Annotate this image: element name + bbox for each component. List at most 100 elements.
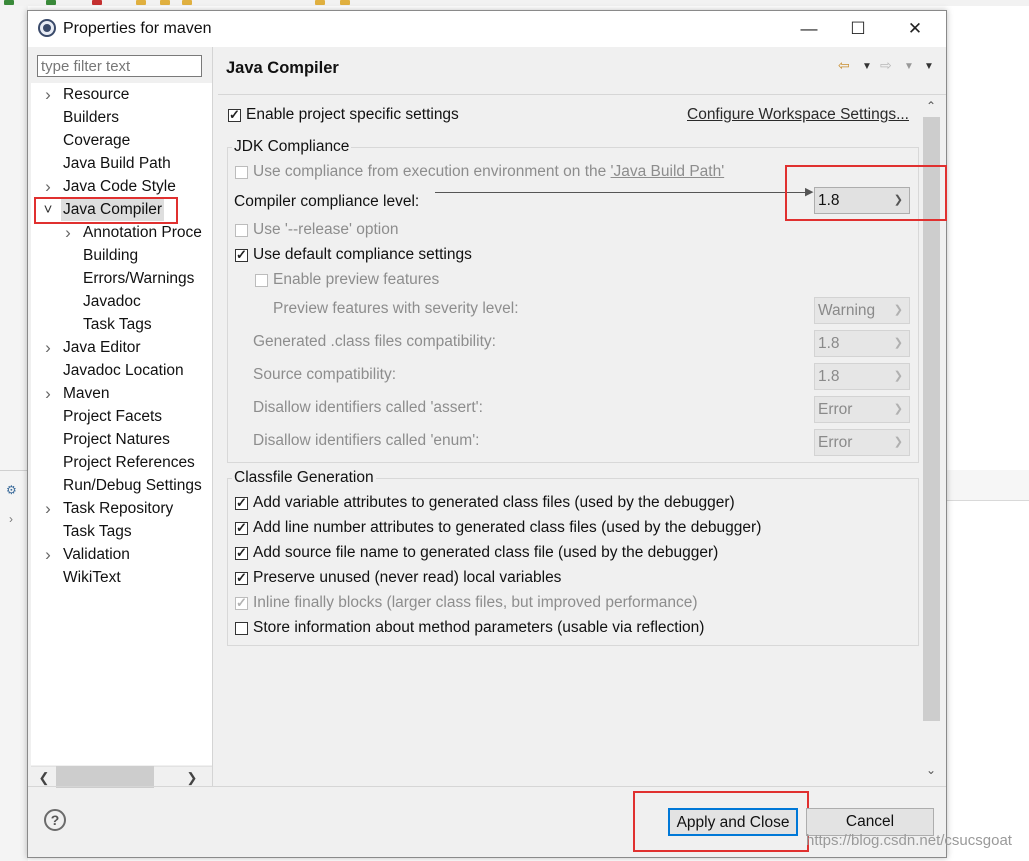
background-left-pane bbox=[0, 6, 28, 861]
preserve-unused-label: Preserve unused (never read) local varia… bbox=[253, 569, 562, 586]
chevron-right-icon: › bbox=[9, 512, 13, 526]
assert-identifier-label: Disallow identifiers called 'assert': bbox=[253, 399, 483, 416]
toolbar-icon bbox=[315, 0, 325, 5]
variable-attrs-label: Add variable attributes to generated cla… bbox=[253, 494, 735, 511]
enable-project-settings-label: Enable project specific settings bbox=[246, 106, 459, 123]
background-toolbar bbox=[0, 0, 1029, 6]
tree-item[interactable]: Errors/Warnings bbox=[31, 268, 212, 290]
tree-scroll-thumb[interactable] bbox=[56, 766, 154, 788]
chevron-down-icon: ❯ bbox=[893, 403, 903, 415]
preview-severity-select[interactable]: Warning ❯ bbox=[814, 297, 910, 324]
use-env-compliance-checkbox[interactable] bbox=[235, 166, 248, 179]
tree-item[interactable]: › Java Editor bbox=[31, 337, 212, 359]
tree-item[interactable]: Building bbox=[31, 245, 212, 267]
tree-item-label: Project References bbox=[63, 454, 195, 471]
enum-identifier-select[interactable]: Error ❯ bbox=[814, 429, 910, 456]
toolbar-icon bbox=[182, 0, 192, 5]
tree-item[interactable]: › Annotation Proce bbox=[31, 222, 212, 244]
tree-item[interactable]: Javadoc Location bbox=[31, 360, 212, 382]
tree-item[interactable]: Builders bbox=[31, 107, 212, 129]
source-compat-select[interactable]: 1.8 ❯ bbox=[814, 363, 910, 390]
back-menu-icon[interactable]: ▼ bbox=[862, 61, 872, 72]
tree-item[interactable]: Project References bbox=[31, 452, 212, 474]
help-icon[interactable]: ? bbox=[44, 809, 66, 831]
tree-item[interactable]: › Java Code Style bbox=[31, 176, 212, 198]
tree-item-label: WikiText bbox=[63, 569, 121, 586]
highlight-compliance-level bbox=[785, 165, 947, 221]
filter-input[interactable] bbox=[37, 55, 202, 77]
enable-preview-label: Enable preview features bbox=[273, 271, 440, 288]
java-build-path-link[interactable]: 'Java Build Path' bbox=[611, 163, 725, 180]
close-button[interactable]: ✕ bbox=[892, 11, 938, 47]
chevron-right-icon[interactable]: › bbox=[41, 337, 55, 359]
back-arrow-icon[interactable]: ⇦ bbox=[838, 57, 850, 74]
classfile-generation-title: Classfile Generation bbox=[232, 469, 376, 487]
chevron-right-icon[interactable]: › bbox=[61, 222, 75, 244]
tree-item[interactable]: Coverage bbox=[31, 130, 212, 152]
release-option-checkbox[interactable] bbox=[235, 224, 248, 237]
tree-item[interactable]: Project Facets bbox=[31, 406, 212, 428]
tree-item-label: Resource bbox=[63, 86, 130, 103]
background-panel-strip bbox=[945, 470, 1029, 501]
chevron-right-icon[interactable]: › bbox=[41, 84, 55, 106]
tree-item-label: Builders bbox=[63, 109, 119, 126]
tree-item[interactable]: Task Tags bbox=[31, 521, 212, 543]
tree-item[interactable]: › Resource bbox=[31, 84, 212, 106]
chevron-down-icon: ❯ bbox=[893, 337, 903, 349]
forward-arrow-icon[interactable]: ⇨ bbox=[880, 57, 892, 74]
release-option-label: Use '--release' option bbox=[253, 221, 399, 238]
configure-workspace-link[interactable]: Configure Workspace Settings... bbox=[687, 106, 909, 124]
footer-separator bbox=[28, 786, 946, 787]
method-params-checkbox[interactable] bbox=[235, 622, 248, 635]
tree-item[interactable]: › Maven bbox=[31, 383, 212, 405]
class-compat-label: Generated .class files compatibility: bbox=[253, 333, 496, 350]
inline-finally-label: Inline finally blocks (larger class file… bbox=[253, 594, 698, 611]
tree-item[interactable]: Task Tags bbox=[31, 314, 212, 336]
view-menu-icon[interactable]: ▼ bbox=[924, 61, 934, 72]
line-number-attrs-checkbox[interactable] bbox=[235, 520, 248, 536]
tree-item[interactable]: Java Build Path bbox=[31, 153, 212, 175]
tree-item[interactable]: Run/Debug Settings bbox=[31, 475, 212, 497]
apply-and-close-button[interactable]: Apply and Close bbox=[668, 808, 798, 836]
minimize-button[interactable]: — bbox=[786, 11, 832, 47]
assert-identifier-select[interactable]: Error ❯ bbox=[814, 396, 910, 423]
tree-item-label: Validation bbox=[63, 546, 130, 563]
forward-menu-icon[interactable]: ▼ bbox=[904, 61, 914, 72]
compliance-level-label: Compiler compliance level: bbox=[234, 193, 420, 210]
chevron-right-icon[interactable]: › bbox=[41, 176, 55, 198]
tree-item-label: Annotation Proce bbox=[83, 224, 202, 241]
tree-item[interactable]: › Validation bbox=[31, 544, 212, 566]
enable-project-settings-checkbox[interactable] bbox=[228, 107, 241, 123]
tree-item-label: Building bbox=[83, 247, 139, 264]
inline-finally-checkbox[interactable] bbox=[235, 595, 248, 611]
class-compat-select[interactable]: 1.8 ❯ bbox=[814, 330, 910, 357]
scroll-up-icon[interactable]: ⌃ bbox=[921, 99, 941, 113]
highlight-java-compiler bbox=[34, 197, 178, 224]
tree-item-label: Javadoc bbox=[83, 293, 141, 310]
toolbar-icon bbox=[136, 0, 146, 5]
tree-item[interactable]: Javadoc bbox=[31, 291, 212, 313]
chevron-right-icon[interactable]: › bbox=[41, 383, 55, 405]
chevron-right-icon[interactable]: › bbox=[41, 498, 55, 520]
use-default-compliance-checkbox[interactable] bbox=[235, 247, 248, 263]
variable-attrs-checkbox[interactable] bbox=[235, 495, 248, 511]
use-env-compliance-label: Use compliance from execution environmen… bbox=[253, 163, 725, 180]
tree-item-label: Project Facets bbox=[63, 408, 163, 425]
window-title: Properties for maven bbox=[63, 20, 212, 37]
enable-preview-checkbox[interactable] bbox=[255, 274, 268, 287]
eclipse-icon bbox=[38, 19, 56, 37]
tree-item-label: Errors/Warnings bbox=[83, 270, 195, 287]
property-tree: › Resource Builders Coverage Java Build Path… bbox=[31, 83, 212, 765]
maximize-button[interactable]: ☐ bbox=[835, 11, 881, 47]
pane-divider[interactable] bbox=[212, 47, 213, 787]
source-file-name-checkbox[interactable] bbox=[235, 545, 248, 561]
toolbar-icon bbox=[46, 0, 56, 5]
scroll-down-icon[interactable]: ⌄ bbox=[921, 763, 941, 777]
tree-item[interactable]: › Task Repository bbox=[31, 498, 212, 520]
chevron-right-icon[interactable]: › bbox=[41, 544, 55, 566]
tree-item-label: Coverage bbox=[63, 132, 131, 149]
tree-item[interactable]: WikiText bbox=[31, 567, 212, 589]
preserve-unused-checkbox[interactable] bbox=[235, 570, 248, 586]
tree-item[interactable]: Project Natures bbox=[31, 429, 212, 451]
tree-item-label: Java Editor bbox=[63, 339, 141, 356]
